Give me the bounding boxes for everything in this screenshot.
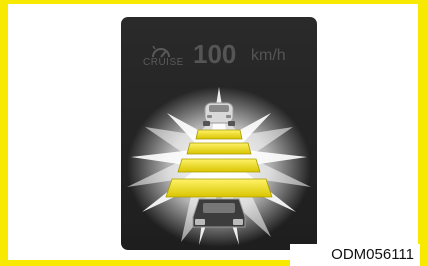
figure-code-box: ODM056111 [290,244,420,266]
distance-bar-2 [186,142,252,155]
distance-bar-3 [177,158,261,173]
distance-bar-4 [165,178,273,198]
own-car-icon [192,198,246,228]
instrument-cluster-display: CRUISE 100 km/h [121,17,317,250]
distance-bar-1 [195,129,243,140]
distance-scene [127,87,311,247]
figure-code: ODM056111 [331,246,414,263]
front-car-icon [203,102,235,126]
